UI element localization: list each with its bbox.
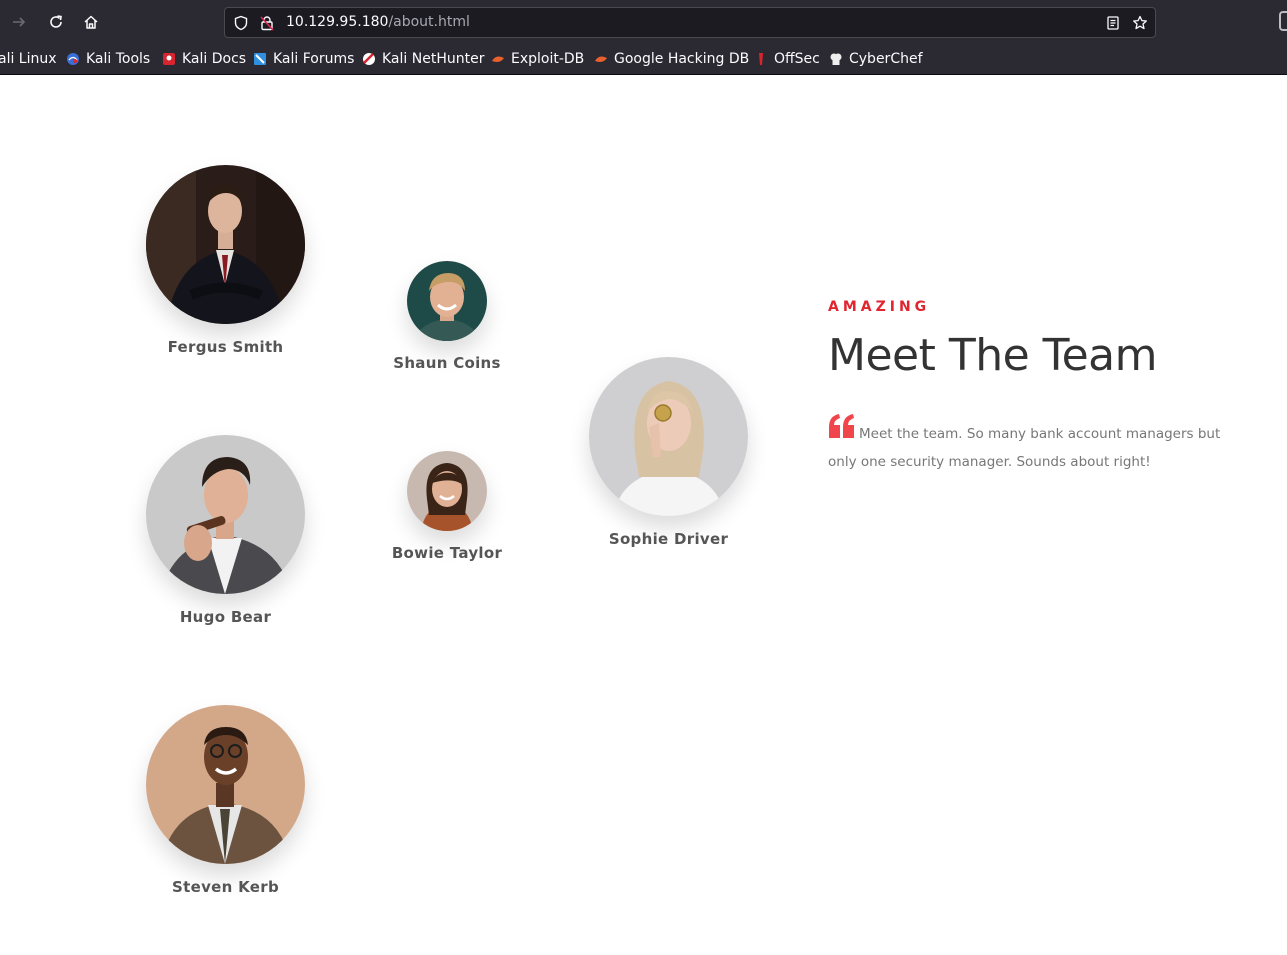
browser-toolbar: 10.129.95.180/about.html	[0, 0, 1287, 44]
team-member-card: Steven Kerb	[146, 705, 305, 896]
section-eyebrow: AMAZING	[828, 299, 931, 315]
bookmark-kali-forums[interactable]: Kali Forums	[253, 50, 354, 68]
extensions-button[interactable]	[1279, 11, 1287, 31]
bookmark-star-icon[interactable]	[1132, 15, 1148, 31]
kali-nethunter-icon	[363, 53, 375, 65]
avatar	[146, 165, 305, 324]
avatar	[407, 451, 487, 531]
bookmark-label: CyberChef	[849, 51, 923, 67]
insecure-lock-icon[interactable]	[259, 15, 275, 31]
bookmark-label: Google Hacking DB	[614, 51, 750, 67]
arrow-right-icon	[13, 17, 26, 27]
bookmark-kali-nethunter[interactable]: Kali NetHunter	[362, 50, 484, 68]
forward-button[interactable]	[8, 11, 30, 33]
bookmarks-bar: ali Linux Kali Tools Kali Docs Kali Foru…	[0, 44, 1287, 75]
avatar	[146, 705, 305, 864]
team-member-card: Sophie Driver	[589, 357, 748, 548]
kali-forums-icon	[254, 53, 266, 65]
quote-text: Meet the team. So many bank account mana…	[828, 426, 1221, 470]
bookmark-google-hacking-db[interactable]: Google Hacking DB	[594, 50, 749, 68]
member-name: Steven Kerb	[172, 878, 279, 896]
avatar	[407, 261, 487, 341]
member-name: Fergus Smith	[167, 338, 284, 356]
bookmark-kali-tools[interactable]: Kali Tools	[66, 50, 150, 68]
bookmark-label: Kali Forums	[273, 51, 355, 67]
bookmark-label: Kali Docs	[182, 51, 247, 67]
kali-docs-icon	[163, 53, 175, 65]
address-bar[interactable]: 10.129.95.180/about.html	[224, 7, 1156, 38]
bookmark-kali-linux[interactable]: ali Linux	[0, 50, 57, 68]
cyberchef-icon	[830, 53, 842, 65]
member-name: Hugo Bear	[179, 608, 272, 626]
ghdb-icon	[595, 56, 607, 62]
bookmark-offsec[interactable]: OffSec	[754, 50, 820, 68]
member-name: Bowie Taylor	[391, 544, 503, 562]
exploit-db-icon	[492, 56, 504, 62]
reader-view-icon[interactable]	[1105, 15, 1121, 31]
team-member-card: Shaun Coins	[393, 261, 500, 372]
offsec-icon	[759, 53, 763, 65]
member-name: Sophie Driver	[608, 530, 729, 548]
team-member-card: Hugo Bear	[146, 435, 305, 626]
bookmark-cyberchef[interactable]: CyberChef	[829, 50, 923, 68]
team-description: Meet the team. So many bank account mana…	[828, 413, 1248, 476]
member-name: Shaun Coins	[393, 354, 501, 372]
page-title: Meet The Team	[828, 330, 1157, 381]
bookmark-label: Kali Tools	[86, 51, 151, 67]
bookmark-label: Exploit-DB	[511, 51, 585, 67]
shield-icon[interactable]	[233, 15, 249, 31]
bookmark-label: OffSec	[774, 51, 820, 67]
bookmark-exploit-db[interactable]: Exploit-DB	[491, 50, 584, 68]
home-button[interactable]	[80, 11, 102, 33]
team-member-card: Bowie Taylor	[392, 451, 502, 562]
reload-button[interactable]	[45, 11, 67, 33]
url-text[interactable]: 10.129.95.180/about.html	[286, 14, 470, 30]
bookmark-label: ali Linux	[0, 51, 57, 67]
avatar	[589, 357, 748, 516]
kali-tools-icon	[67, 53, 79, 65]
home-icon	[84, 15, 98, 29]
quote-icon	[829, 414, 854, 438]
bookmark-label: Kali NetHunter	[382, 51, 485, 67]
avatar	[146, 435, 305, 594]
bookmark-kali-docs[interactable]: Kali Docs	[162, 50, 246, 68]
reload-icon	[50, 15, 62, 28]
team-member-card: Fergus Smith	[146, 165, 305, 356]
